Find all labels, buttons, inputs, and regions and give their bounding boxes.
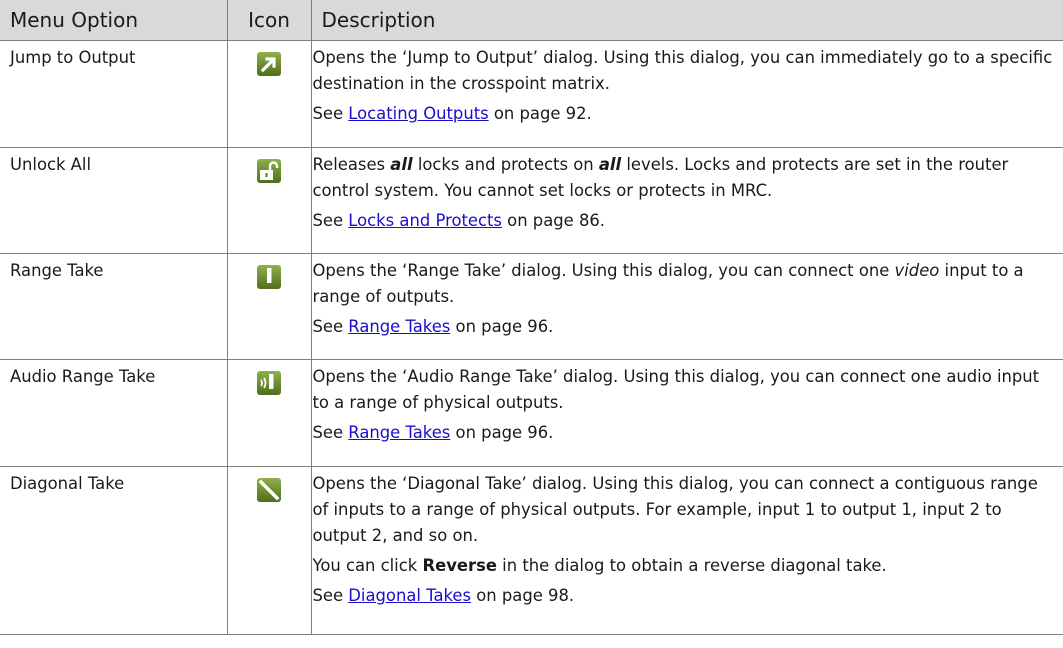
see-reference: See Range Takes on page 96. [312,423,554,442]
see-reference: See Diagonal Takes on page 98. [312,586,575,605]
description-text: Opens the ‘Diagonal Take’ dialog. Using … [312,474,1038,545]
menu-options-table: Menu Option Icon Description Jump to Out… [0,0,1063,635]
diagonal-take-icon [256,477,282,503]
see-reference: See Locating Outputs on page 92. [312,104,592,123]
link-diagonal-takes[interactable]: Diagonal Takes [348,586,471,605]
header-description: Description [310,0,1063,41]
table-row: Jump to Output Opens the ‘Jump to Output… [0,40,1063,148]
menu-option-name: Audio Range Take [0,359,228,467]
table-row: Range Take Opens the ‘Range Take’ dialog… [0,253,1063,360]
table-row: Unlock All Releases all locks and protec… [0,147,1063,254]
unlock-padlock-icon [256,158,282,184]
jump-arrow-icon [256,51,282,77]
range-take-icon [256,264,282,290]
header-icon: Icon [226,0,312,41]
table-row: Diagonal Take Opens the ‘Diagonal Take’ … [0,466,1063,635]
see-reference: See Range Takes on page 96. [312,317,554,336]
menu-option-name: Unlock All [0,147,228,254]
see-reference: See Locks and Protects on page 86. [312,211,606,230]
description-text: You can click Reverse in the dialog to o… [312,556,887,575]
description-text: Opens the ‘Range Take’ dialog. Using thi… [312,261,1024,306]
header-menu-option: Menu Option [0,0,228,41]
menu-option-name: Jump to Output [0,40,228,148]
menu-option-name: Diagonal Take [0,466,228,635]
link-locating-outputs[interactable]: Locating Outputs [348,104,488,123]
link-range-takes[interactable]: Range Takes [348,317,450,336]
description-text: Opens the ‘Jump to Output’ dialog. Using… [312,48,1053,93]
table-row: Audio Range Take Opens the ‘Audio Range … [0,359,1063,467]
link-range-takes[interactable]: Range Takes [348,423,450,442]
description-text: Opens the ‘Audio Range Take’ dialog. Usi… [312,367,1040,412]
menu-option-name: Range Take [0,253,228,360]
audio-range-take-icon [256,370,282,396]
table-header-row: Menu Option Icon Description [0,0,1063,41]
description-text: Releases all locks and protects on all l… [312,155,1009,200]
link-locks-and-protects[interactable]: Locks and Protects [348,211,502,230]
